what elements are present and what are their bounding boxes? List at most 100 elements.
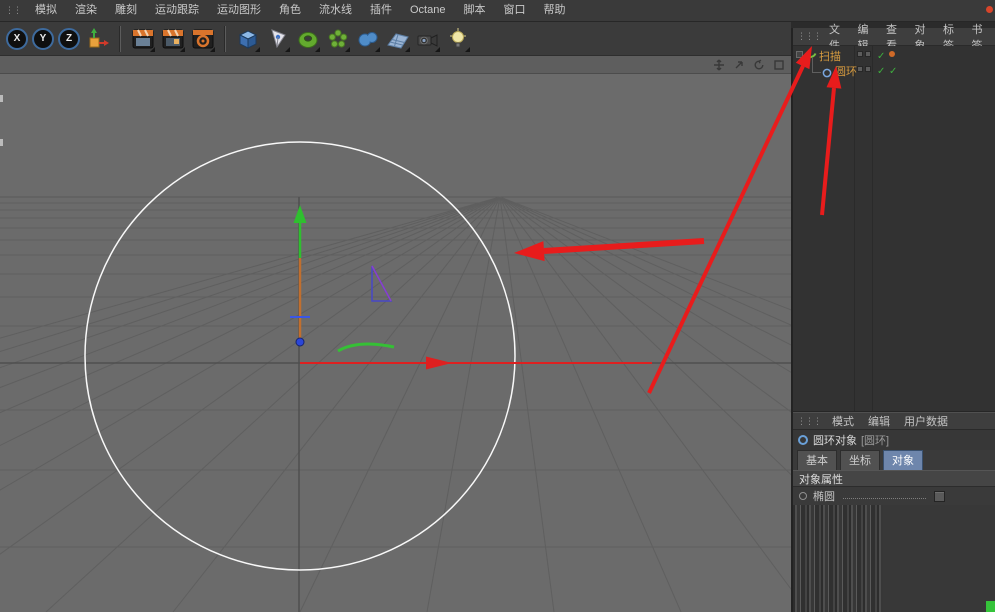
viewport[interactable]: [0, 56, 791, 612]
camera-icon: [415, 26, 441, 52]
mograph-icon: [325, 26, 351, 52]
origin-point[interactable]: [296, 338, 304, 346]
torus-icon: [295, 26, 321, 52]
attribute-section-tabs: 基本 坐标 对象: [793, 450, 995, 470]
am-tab-mode[interactable]: 模式: [826, 413, 860, 429]
object-properties-header: 对象属性: [793, 470, 995, 487]
object-manager-tabbar: ⋮⋮⋮ 文件 编辑 查看 对象 标签 书签: [793, 28, 995, 46]
render-picture-viewer-button[interactable]: [159, 24, 186, 53]
edge-mark: [0, 95, 3, 102]
ellipse-label: 椭圆: [813, 488, 835, 504]
section-tab-coord[interactable]: 坐标: [840, 450, 880, 471]
menu-item-script[interactable]: 脚本: [454, 0, 494, 21]
section-tab-object[interactable]: 对象: [883, 450, 923, 471]
light-button[interactable]: [444, 24, 471, 53]
menu-item-plugins[interactable]: 插件: [361, 0, 401, 21]
enabled-check-icon[interactable]: ✓: [877, 66, 885, 78]
render-visibility-dot[interactable]: [865, 51, 871, 57]
axis-y-lock-button[interactable]: Y: [32, 28, 54, 50]
menu-item-character[interactable]: 角色: [270, 0, 310, 21]
ellipse-checkbox[interactable]: [934, 491, 945, 502]
panel-grip-icon[interactable]: ⋮⋮⋮: [797, 416, 821, 427]
object-row-circle[interactable]: 圆环 ✓ ✓: [793, 65, 995, 80]
cube-icon: [235, 26, 261, 52]
section-tab-basic[interactable]: 基本: [797, 450, 837, 471]
cinema4d-window: ⋮⋮ 模拟 渲染 雕刻 运动跟踪 运动图形 角色 流水线 插件 Octane 脚…: [0, 0, 995, 612]
circle-spline-icon: [822, 68, 832, 81]
attribute-object-title: 圆环对象 [圆环]: [793, 430, 995, 450]
coordinate-system-icon: [85, 26, 111, 52]
sweep-curve: [338, 344, 394, 351]
enabled-check-icon[interactable]: ✓: [877, 51, 885, 63]
corner-artifact: [986, 601, 995, 612]
floor-icon: [385, 26, 411, 52]
ground-grid: [0, 197, 791, 612]
mograph-array-button[interactable]: [324, 24, 351, 53]
am-tab-userdata[interactable]: 用户数据: [898, 413, 954, 429]
editor-visibility-dot[interactable]: [857, 51, 863, 57]
layer-icon[interactable]: [796, 51, 803, 58]
menu-item-render[interactable]: 渲染: [66, 0, 106, 21]
render-view-icon: [130, 26, 156, 52]
property-row-ellipse: 椭圆: [793, 487, 995, 505]
editor-visibility-dot[interactable]: [857, 66, 863, 72]
viewport-pan-icon[interactable]: [712, 58, 726, 72]
column-divider: [872, 46, 873, 411]
primitive-cube-button[interactable]: [234, 24, 261, 53]
menubar-grip-icon[interactable]: ⋮⋮: [0, 5, 26, 16]
viewport-rotate-icon[interactable]: [752, 58, 766, 72]
axis-x-lock-button[interactable]: X: [6, 28, 28, 50]
world-axis-lines: [0, 197, 791, 612]
camera-button[interactable]: [414, 24, 441, 53]
keyframe-dot-icon[interactable]: [799, 492, 807, 500]
viewport-canvas[interactable]: [0, 56, 791, 612]
sweep-object-icon: [806, 52, 817, 66]
menu-item-help[interactable]: 帮助: [534, 0, 574, 21]
panel-grip-icon[interactable]: ⋮⋮⋮: [797, 31, 821, 42]
render-visibility-dot[interactable]: [865, 66, 871, 72]
dotted-leader: [843, 490, 926, 499]
viewport-maximize-icon[interactable]: [772, 58, 786, 72]
state-dot-icon[interactable]: [889, 51, 895, 57]
object-tree[interactable]: 扫描 ✓ 圆环 ✓ ✓: [793, 46, 995, 412]
toolbar-separator: [224, 26, 226, 52]
axis-z-lock-button[interactable]: Z: [58, 28, 80, 50]
am-tab-edit[interactable]: 编辑: [862, 413, 896, 429]
pen-icon: [265, 26, 291, 52]
x-axis-handle[interactable]: [300, 357, 652, 370]
torus-deformer-button[interactable]: [294, 24, 321, 53]
viewport-header: [0, 56, 791, 74]
volume-blob-button[interactable]: [354, 24, 381, 53]
object-row-sweep[interactable]: 扫描 ✓: [793, 50, 995, 65]
render-view-button[interactable]: [129, 24, 156, 53]
menu-item-octane[interactable]: Octane: [401, 0, 454, 21]
y-axis-handle[interactable]: [294, 205, 307, 340]
pen-spline-button[interactable]: [264, 24, 291, 53]
floor-environment-button[interactable]: [384, 24, 411, 53]
light-icon: [445, 26, 471, 52]
menu-item-simulate[interactable]: 模拟: [26, 0, 66, 21]
edit-render-settings-button[interactable]: [189, 24, 216, 53]
profile-triangle: [372, 266, 391, 301]
menu-item-window[interactable]: 窗口: [494, 0, 534, 21]
object-title-suffix: [圆环]: [861, 432, 889, 448]
column-divider: [854, 46, 855, 411]
enabled-check-icon[interactable]: ✓: [889, 66, 897, 78]
menu-item-pipeline[interactable]: 流水线: [310, 0, 361, 21]
coordinate-system-button[interactable]: [84, 24, 111, 53]
menu-item-sculpt[interactable]: 雕刻: [106, 0, 146, 21]
menu-item-mograph[interactable]: 运动图形: [208, 0, 270, 21]
object-title-text: 圆环对象: [813, 432, 857, 448]
menu-item-motion-tracker[interactable]: 运动跟踪: [146, 0, 208, 21]
panel-stripe-artifact: [793, 505, 883, 612]
toolbar-separator: [119, 26, 121, 52]
panel-empty-area: [883, 505, 995, 612]
object-name-sweep[interactable]: 扫描: [819, 51, 841, 64]
edge-mark: [0, 139, 3, 146]
viewport-zoom-icon[interactable]: [732, 58, 746, 72]
properties-header-label: 对象属性: [799, 471, 843, 487]
render-picture-viewer-icon: [160, 26, 186, 52]
object-name-circle[interactable]: 圆环: [835, 66, 857, 79]
render-settings-icon: [190, 26, 216, 52]
circle-object-icon: [798, 435, 808, 445]
